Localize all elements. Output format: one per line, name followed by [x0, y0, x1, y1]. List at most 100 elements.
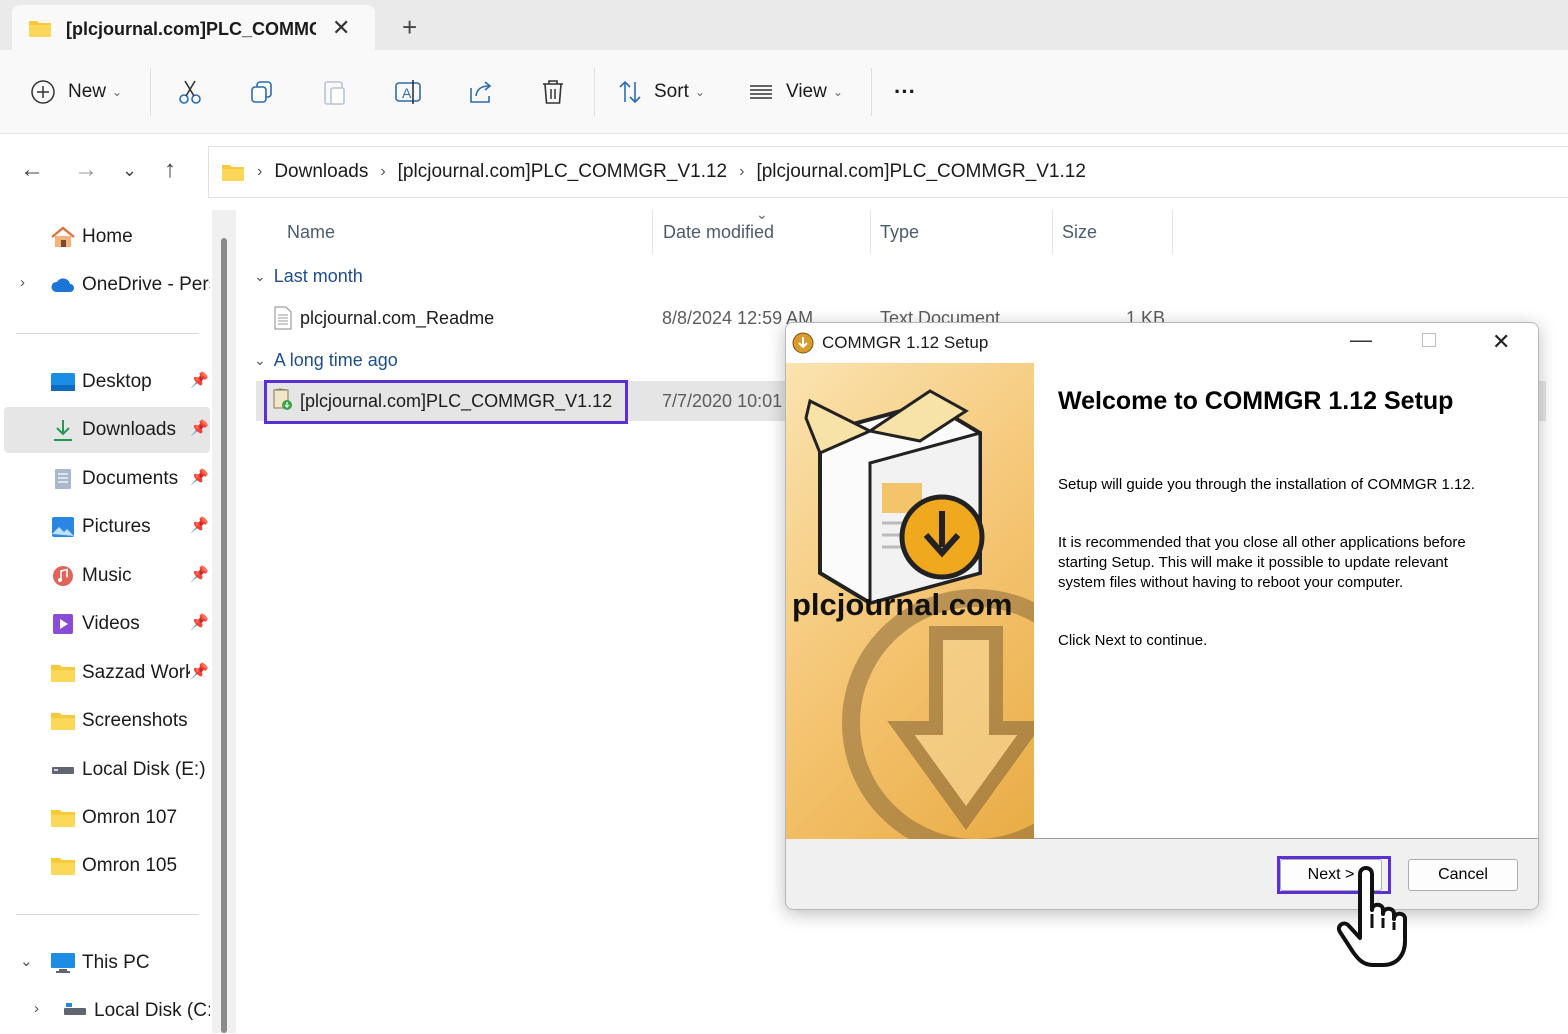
up-arrow-icon[interactable]: ↑ [164, 156, 176, 184]
folder-icon [29, 21, 51, 37]
sidebar-item-downloads[interactable]: Downloads 📌 [4, 407, 210, 453]
column-header-size[interactable]: Size [1062, 222, 1097, 243]
cut-button[interactable] [176, 50, 204, 134]
sidebar-item-local-disk-c[interactable]: › Local Disk (C:) [4, 988, 210, 1034]
sidebar-item-label: Local Disk (E:) [82, 759, 206, 780]
navigation-row: ← → ⌄ ↑ › Downloads › [plcjournal.com]PL… [0, 134, 1568, 210]
paste-icon [324, 81, 345, 105]
chevron-right-icon[interactable]: › [34, 1000, 39, 1017]
drive-icon [64, 1003, 86, 1015]
sidebar-item-label: This PC [82, 952, 150, 973]
setup-banner-image: plcjournal.com [786, 363, 1034, 839]
chevron-down-icon[interactable]: ⌄ [20, 952, 33, 970]
dialog-title-bar: COMMGR 1.12 Setup — ✕ [786, 323, 1538, 363]
column-header-type[interactable]: Type [880, 222, 919, 243]
sidebar-divider [16, 914, 198, 915]
folder-icon [51, 810, 75, 827]
more-options-button[interactable]: ··· [894, 50, 916, 134]
column-divider[interactable] [1172, 210, 1173, 254]
share-button[interactable] [467, 50, 495, 134]
breadcrumb-downloads[interactable]: Downloads [274, 161, 368, 183]
column-divider[interactable] [652, 210, 653, 254]
pin-icon[interactable]: 📌 [190, 371, 209, 389]
chevron-down-icon: ⌄ [254, 352, 266, 368]
pin-icon[interactable]: 📌 [190, 419, 209, 437]
watermark-text: plcjournal.com [792, 587, 1013, 622]
file-date: 7/7/2020 10:01 [662, 391, 783, 411]
sort-button[interactable]: Sort ⌄ [616, 50, 705, 134]
sidebar-item-local-disk-e[interactable]: Local Disk (E:) [4, 747, 210, 793]
toolbar-divider [594, 68, 595, 116]
recent-locations-chevron-icon[interactable]: ⌄ [122, 160, 137, 181]
sidebar-item-omron-107[interactable]: Omron 107 [4, 795, 210, 841]
dialog-heading: Welcome to COMMGR 1.12 Setup [1058, 387, 1454, 415]
chevron-right-icon[interactable]: › [20, 274, 25, 291]
sidebar-item-home[interactable]: Home [4, 214, 210, 260]
column-divider[interactable] [1052, 210, 1053, 254]
folder-icon [51, 858, 75, 875]
pin-icon[interactable]: 📌 [190, 565, 209, 583]
back-arrow-icon[interactable]: ← [20, 156, 44, 184]
pin-icon[interactable]: 📌 [190, 516, 209, 534]
new-tab-button[interactable]: + [402, 12, 417, 43]
trash-icon [543, 80, 563, 104]
chevron-down-icon: ⌄ [832, 85, 843, 99]
minimize-icon[interactable]: — [1350, 327, 1372, 353]
sidebar-item-label: Screenshots [82, 710, 188, 731]
breadcrumb-current-folder[interactable]: [plcjournal.com]PLC_COMMGR_V1.12 [756, 161, 1085, 183]
group-header-a-long-time-ago[interactable]: ⌄ A long time ago [254, 350, 398, 371]
dialog-paragraph-intro: Setup will guide you through the install… [1058, 476, 1475, 493]
view-icon [750, 85, 772, 99]
new-label: New [68, 81, 107, 102]
copy-button[interactable] [249, 50, 275, 134]
sidebar-item-label: Omron 105 [82, 855, 178, 876]
column-header-name[interactable]: Name [287, 222, 335, 243]
desktop-icon [51, 373, 75, 391]
pictures-icon [52, 517, 74, 537]
close-icon[interactable]: ✕ [332, 15, 350, 41]
sidebar-item-omron-105[interactable]: Omron 105 [4, 843, 210, 889]
file-highlight-box [264, 380, 628, 424]
group-label: Last month [273, 266, 363, 286]
view-label: View [786, 81, 827, 102]
sidebar-item-sazzad-work[interactable]: Sazzad Work 📌 [4, 650, 210, 696]
scrollbar-thumb[interactable] [221, 238, 227, 1033]
setup-dialog: COMMGR 1.12 Setup — ✕ plcjournal.com Wel… [785, 322, 1539, 910]
sidebar-scrollbar[interactable] [212, 210, 236, 1033]
sidebar-item-this-pc[interactable]: ⌄ This PC [4, 940, 210, 986]
group-header-last-month[interactable]: ⌄ Last month [254, 266, 363, 287]
close-icon[interactable]: ✕ [1492, 329, 1510, 355]
maximize-icon[interactable] [1422, 333, 1436, 347]
pin-icon[interactable]: 📌 [190, 613, 209, 631]
view-button[interactable]: View ⌄ [748, 50, 843, 134]
sidebar-item-screenshots[interactable]: Screenshots [4, 698, 210, 744]
file-name: plcjournal.com_Readme [300, 308, 495, 328]
video-icon [53, 614, 73, 634]
breadcrumb-separator-icon: › [739, 163, 745, 180]
column-header-date[interactable]: Date modified [663, 222, 774, 243]
pin-icon[interactable]: 📌 [190, 662, 209, 680]
sidebar-item-documents[interactable]: Documents 📌 [4, 456, 210, 502]
sidebar-item-pictures[interactable]: Pictures 📌 [4, 504, 210, 550]
paste-button[interactable] [322, 50, 348, 134]
plus-circle-icon [31, 80, 55, 104]
sidebar-item-videos[interactable]: Videos 📌 [4, 601, 210, 647]
explorer-tab[interactable]: [plcjournal.com]PLC_COMMGR_V1.12 ✕ [12, 5, 375, 50]
scissors-icon [179, 80, 201, 104]
breadcrumb-folder[interactable]: [plcjournal.com]PLC_COMMGR_V1.12 [398, 161, 727, 183]
sidebar-item-desktop[interactable]: Desktop 📌 [4, 359, 210, 405]
title-bar: [plcjournal.com]PLC_COMMGR_V1.12 ✕ + [0, 0, 1568, 50]
sidebar-item-label: OneDrive - Personal [82, 274, 210, 295]
setup-app-icon [792, 332, 814, 354]
sidebar-item-onedrive[interactable]: › OneDrive - Personal [4, 262, 210, 308]
column-divider[interactable] [870, 210, 871, 254]
forward-arrow-icon[interactable]: → [74, 156, 98, 184]
new-button[interactable]: New ⌄ [30, 50, 122, 134]
delete-button[interactable] [540, 50, 566, 134]
cancel-button[interactable]: Cancel [1408, 859, 1518, 891]
chevron-down-icon: ⌄ [694, 85, 705, 99]
address-bar[interactable]: › Downloads › [plcjournal.com]PLC_COMMGR… [208, 146, 1568, 198]
sidebar-item-music[interactable]: Music 📌 [4, 553, 210, 599]
pin-icon[interactable]: 📌 [190, 468, 209, 486]
rename-button[interactable]: A [394, 50, 422, 134]
